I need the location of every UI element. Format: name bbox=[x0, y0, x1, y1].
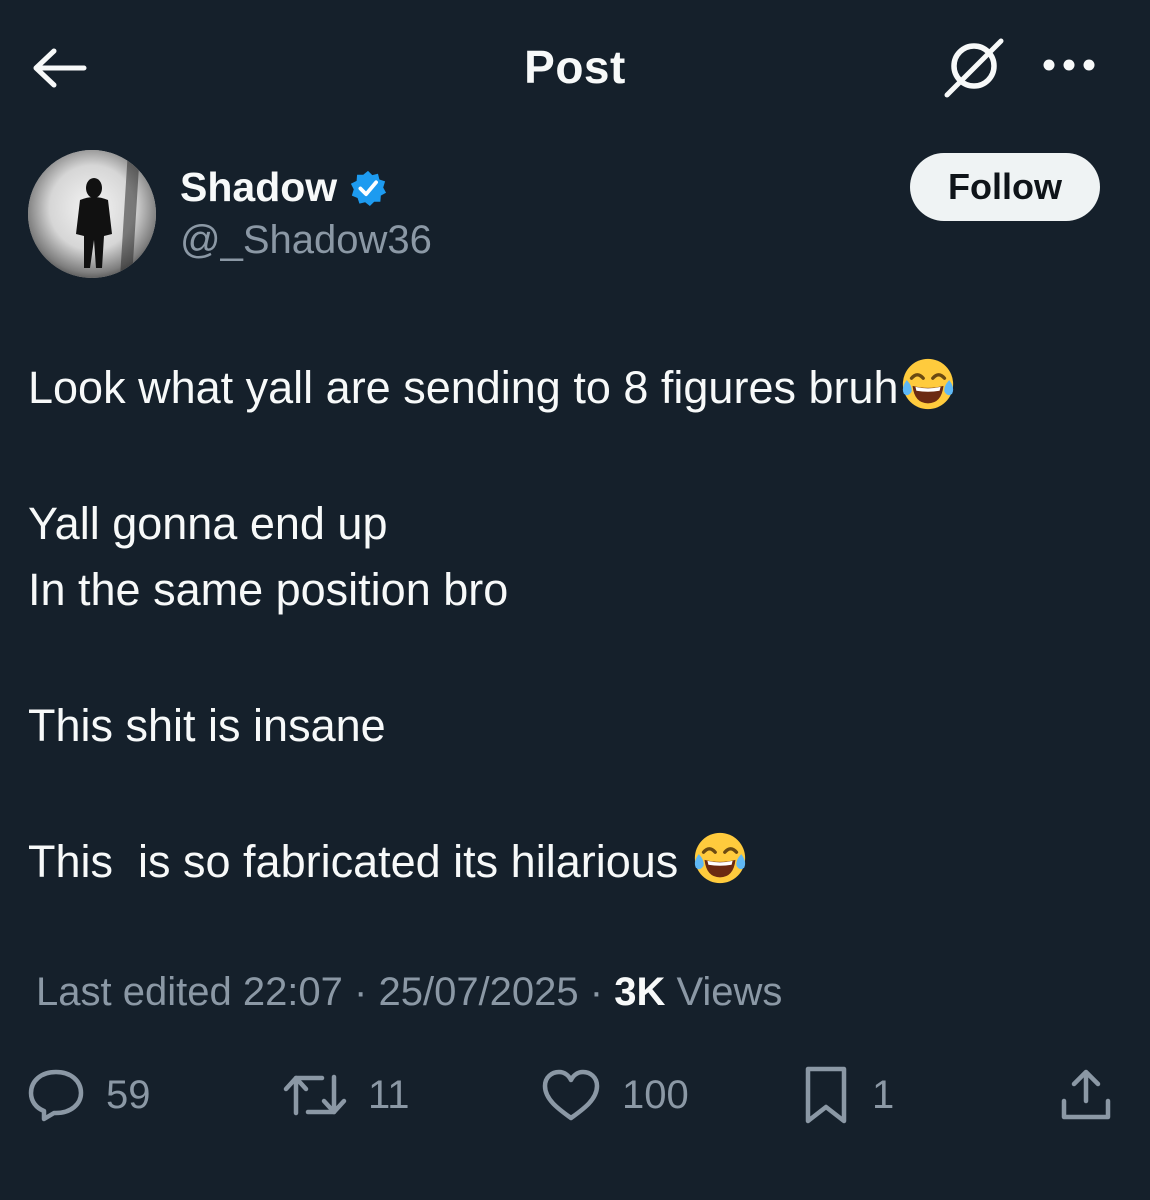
repost-button[interactable]: 11 bbox=[282, 1060, 410, 1130]
post-line: In the same position bro bbox=[28, 564, 509, 615]
heart-icon bbox=[542, 1069, 600, 1121]
top-bar: Post bbox=[0, 0, 1150, 130]
face-with-tears-of-joy-icon bbox=[902, 358, 953, 410]
edited-timestamp[interactable]: Last edited 22:07 · 25/07/2025 bbox=[36, 970, 579, 1014]
bookmark-icon bbox=[805, 1066, 847, 1124]
share-icon bbox=[1061, 1069, 1111, 1120]
views-label: Views bbox=[665, 970, 783, 1014]
bookmark-button[interactable]: 1 bbox=[800, 1060, 894, 1130]
silhouette-figure-image bbox=[28, 150, 156, 278]
reply-icon bbox=[28, 1069, 84, 1122]
post-line: Look what yall are sending to 8 figures … bbox=[28, 355, 1118, 421]
repost-icon bbox=[283, 1074, 347, 1116]
like-count: 100 bbox=[622, 1072, 689, 1117]
share-button[interactable] bbox=[1058, 1060, 1114, 1130]
follow-button[interactable]: Follow bbox=[910, 153, 1100, 221]
face-with-tears-of-joy-icon bbox=[694, 832, 745, 884]
more-horizontal-icon bbox=[1043, 59, 1095, 71]
action-bar: 59 11 100 1 bbox=[0, 1060, 1150, 1130]
grok-button[interactable] bbox=[938, 30, 1010, 102]
bookmark-count: 1 bbox=[872, 1072, 895, 1117]
avatar[interactable] bbox=[28, 150, 156, 278]
reply-count: 59 bbox=[106, 1072, 151, 1117]
post-line: Yall gonna end up bbox=[28, 498, 388, 549]
display-name[interactable]: Shadow bbox=[180, 164, 387, 211]
like-button[interactable]: 100 bbox=[540, 1060, 689, 1130]
post-line-text: Look what yall are sending to 8 figures … bbox=[28, 362, 899, 413]
more-options-button[interactable] bbox=[1034, 40, 1104, 90]
post-line: This is so fabricated its hilarious bbox=[28, 829, 1118, 895]
repost-count: 11 bbox=[368, 1072, 410, 1117]
grok-icon bbox=[944, 38, 1004, 98]
post-line: This shit is insane bbox=[28, 700, 386, 751]
reply-button[interactable]: 59 bbox=[26, 1060, 151, 1130]
post-meta: Last edited 22:07 · 25/07/2025 · 3K View… bbox=[36, 970, 782, 1015]
user-handle[interactable]: @_Shadow36 bbox=[180, 218, 432, 263]
display-name-text: Shadow bbox=[180, 164, 338, 210]
post-line-text: This is so fabricated its hilarious bbox=[28, 836, 691, 887]
verified-badge-icon bbox=[351, 170, 387, 206]
post-text: Look what yall are sending to 8 figures … bbox=[28, 355, 1118, 895]
meta-separator: · bbox=[578, 970, 615, 1014]
views-count: 3K bbox=[614, 970, 666, 1014]
